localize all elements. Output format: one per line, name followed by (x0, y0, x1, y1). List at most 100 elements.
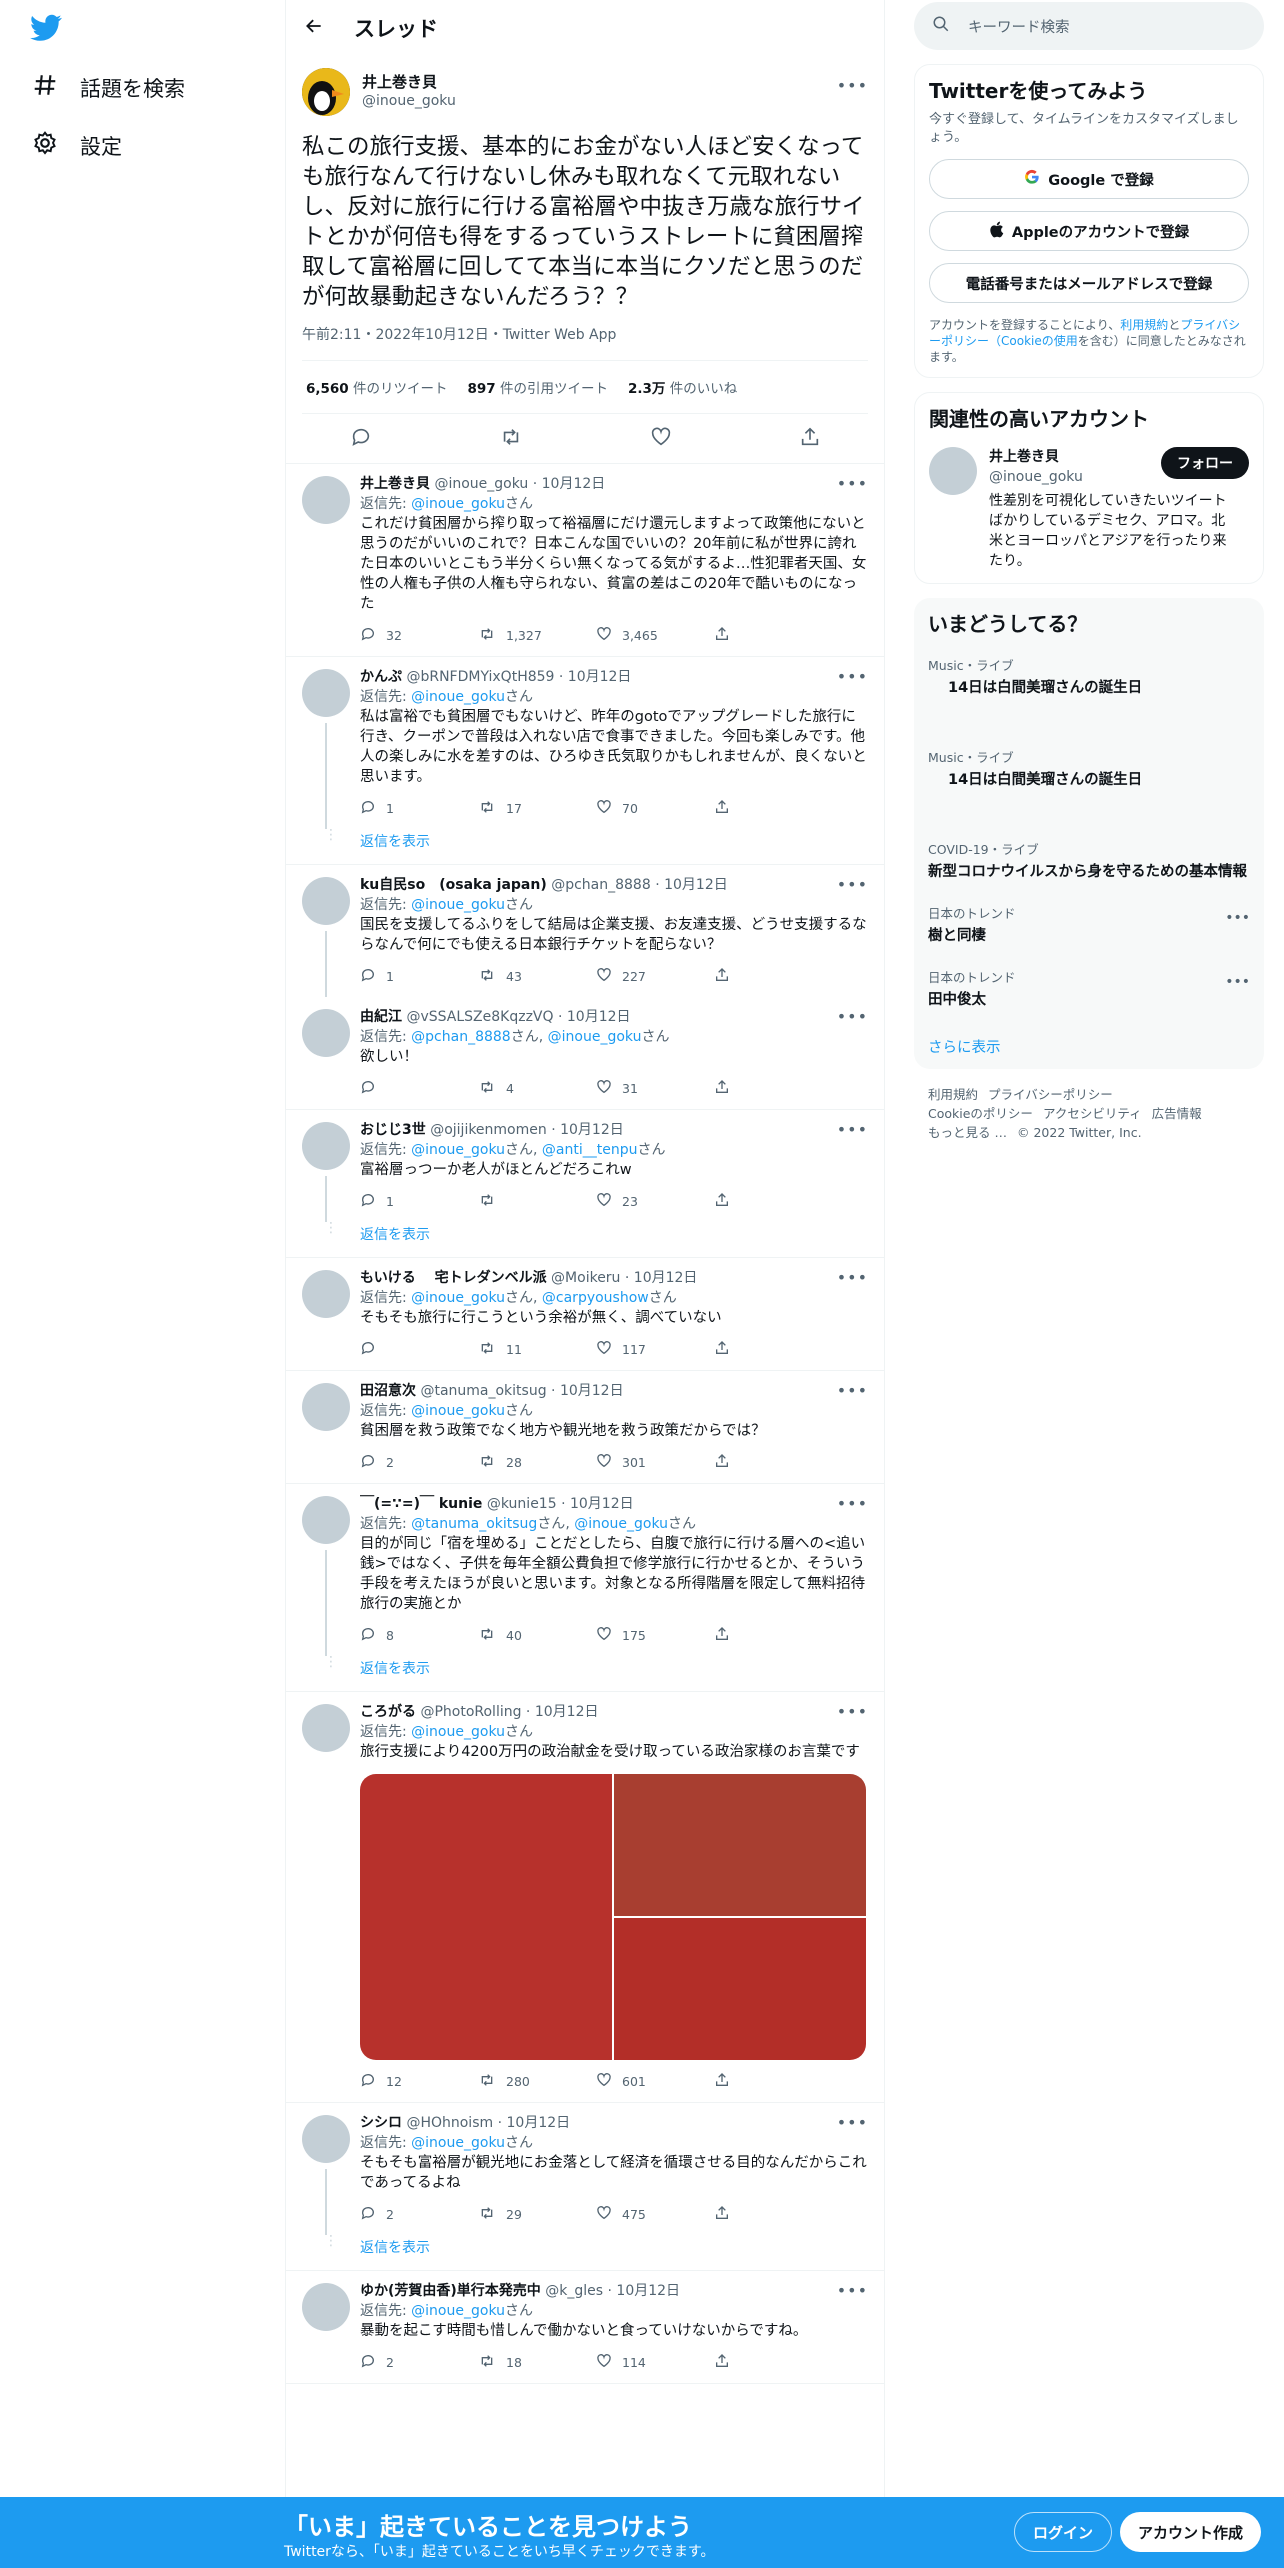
phone-email-signup-button[interactable]: 電話番号またはメールアドレスで登録 (929, 263, 1249, 303)
reply-author-name[interactable]: おじじ3世 (360, 1122, 426, 1138)
share-button[interactable] (714, 1626, 832, 1645)
more-options-icon[interactable]: ••• (1225, 910, 1250, 926)
more-options-icon[interactable]: ••• (837, 2113, 868, 2133)
share-button[interactable] (714, 626, 832, 645)
reply-date[interactable]: 10月12日 (567, 1009, 631, 1025)
like-icon[interactable] (650, 426, 672, 452)
mention-link[interactable]: @inoue_goku (574, 1516, 668, 1532)
avatar[interactable] (302, 1270, 350, 1318)
avatar[interactable] (302, 1122, 350, 1170)
mention-link[interactable]: @inoue_goku (548, 1029, 642, 1045)
avatar[interactable] (302, 1496, 350, 1544)
footer-terms[interactable]: 利用規約 (928, 1087, 978, 1102)
retweet-button[interactable]: 1,327 (478, 626, 596, 645)
mention-link[interactable]: @inoue_goku (411, 689, 505, 705)
reply-tweet[interactable]: おじじ3世 @ojijikenmomen · 10月12日 ••• 返信先: @… (286, 1110, 884, 1222)
reply-tweet[interactable]: もいける 宅トレダンベル派 @Moikeru · 10月12日 ••• 返信先:… (286, 1258, 884, 1371)
reply-date[interactable]: 10月12日 (568, 669, 632, 685)
avatar[interactable] (302, 1704, 350, 1752)
mention-link[interactable]: @pchan_8888 (411, 1029, 511, 1045)
retweet-count[interactable]: 6,560 件のリツイート (306, 377, 448, 397)
reply-date[interactable]: 10月12日 (634, 1270, 698, 1286)
show-replies-link[interactable]: ⋮ 返信を表示 (286, 2234, 884, 2271)
reply-author-handle[interactable]: @k_gles (545, 2283, 603, 2299)
reply-tweet[interactable]: ころがる @PhotoRolling · 10月12日 ••• 返信先: @in… (286, 1692, 884, 2103)
show-more-trends-link[interactable]: さらに表示 (928, 1036, 1250, 1057)
reply-author-name[interactable]: シシロ (360, 2115, 402, 2131)
reply-button[interactable]: 1 (360, 799, 478, 818)
more-options-icon[interactable]: ••• (837, 875, 868, 895)
reply-button[interactable] (360, 1340, 478, 1359)
retweet-button[interactable]: 29 (478, 2205, 596, 2224)
reply-button[interactable]: 2 (360, 1453, 478, 1472)
retweet-button[interactable]: 11 (478, 1340, 596, 1359)
more-options-icon[interactable]: ••• (837, 667, 868, 687)
quote-count[interactable]: 897 件の引用ツイート (468, 377, 608, 397)
reply-date[interactable]: 10月12日 (560, 1383, 624, 1399)
author-name[interactable]: 井上巻き貝 (362, 73, 456, 92)
retweet-button[interactable]: 280 (478, 2072, 596, 2091)
search-input[interactable]: キーワード検索 (914, 2, 1264, 50)
reply-date[interactable]: 10月12日 (664, 877, 728, 893)
avatar[interactable] (929, 447, 977, 495)
like-button[interactable]: 475 (596, 2205, 714, 2224)
reply-button[interactable]: 2 (360, 2353, 478, 2372)
mention-link[interactable]: @anti__tenpu (542, 1142, 638, 1158)
avatar[interactable] (302, 1009, 350, 1057)
like-count[interactable]: 2.3万 件のいいね (628, 377, 737, 397)
nav-settings[interactable]: 設定 (32, 130, 122, 161)
footer-privacy[interactable]: プライバシーポリシー (988, 1087, 1113, 1102)
reply-date[interactable]: 10月12日 (616, 2283, 680, 2299)
footer-ads[interactable]: 広告情報 (1152, 1106, 1202, 1121)
mention-link[interactable]: @carpyoushow (542, 1290, 649, 1306)
follow-button[interactable]: フォロー (1161, 447, 1249, 479)
avatar[interactable] (302, 476, 350, 524)
retweet-button[interactable]: 4 (478, 1079, 596, 1098)
reply-tweet[interactable]: 井上巻き貝 @inoue_goku · 10月12日 ••• 返信先: @ino… (286, 464, 884, 657)
footer-cookie[interactable]: Cookieのポリシー (928, 1106, 1033, 1121)
show-replies-link[interactable]: ⋮ 返信を表示 (286, 1655, 884, 1692)
retweet-button[interactable]: 18 (478, 2353, 596, 2372)
more-options-icon[interactable]: ••• (837, 1702, 868, 1722)
media-grid[interactable] (360, 1774, 866, 2060)
trend-item[interactable]: Music・ライブ 14日は白間美瑠さんの誕生日 (928, 658, 1250, 698)
avatar[interactable] (302, 669, 350, 717)
more-options-icon[interactable]: ••• (837, 474, 868, 494)
reply-tweet[interactable]: 由紀江 @vSSALSZe8KqzzVQ · 10月12日 ••• 返信先: @… (286, 997, 884, 1110)
reply-tweet[interactable]: シシロ @HOhnoism · 10月12日 ••• 返信先: @inoue_g… (286, 2103, 884, 2235)
login-button[interactable]: ログイン (1014, 2512, 1113, 2552)
reply-button[interactable]: 12 (360, 2072, 478, 2091)
more-options-icon[interactable]: ••• (837, 1494, 868, 1514)
reply-author-handle[interactable]: @PhotoRolling (420, 1704, 521, 1720)
create-account-button[interactable]: アカウント作成 (1120, 2512, 1262, 2552)
nav-explore[interactable]: 話題を検索 (32, 72, 185, 103)
like-button[interactable]: 175 (596, 1626, 714, 1645)
reply-button[interactable]: 2 (360, 2205, 478, 2224)
like-button[interactable]: 114 (596, 2353, 714, 2372)
footer-accessibility[interactable]: アクセシビリティ (1043, 1106, 1142, 1121)
share-button[interactable] (714, 967, 832, 986)
reply-author-handle[interactable]: @inoue_goku (434, 476, 528, 492)
retweet-button[interactable]: 28 (478, 1453, 596, 1472)
reply-author-handle[interactable]: @vSSALSZe8KqzzVQ (406, 1009, 553, 1025)
reply-author-name[interactable]: 由紀江 (360, 1009, 402, 1025)
trend-item[interactable]: COVID-19・ライブ 新型コロナウイルスから身を守るための基本情報 (928, 842, 1250, 882)
reply-button[interactable] (360, 1079, 478, 1098)
google-signup-button[interactable]: Google で登録 (929, 159, 1249, 199)
reply-button[interactable]: 1 (360, 1192, 478, 1211)
more-options-icon[interactable]: ••• (1225, 974, 1250, 990)
reply-author-name[interactable]: ￣(=∵=)￣ kunie (360, 1496, 482, 1512)
reply-tweet[interactable]: ￣(=∵=)￣ kunie @kunie15 · 10月12日 ••• 返信先:… (286, 1484, 884, 1656)
reply-date[interactable]: 10月12日 (542, 476, 606, 492)
reply-button[interactable]: 1 (360, 967, 478, 986)
avatar[interactable] (302, 2115, 350, 2163)
share-button[interactable] (714, 1340, 832, 1359)
like-button[interactable]: 301 (596, 1453, 714, 1472)
retweet-button[interactable]: 40 (478, 1626, 596, 1645)
trend-item[interactable]: Music・ライブ 14日は白間美瑠さんの誕生日 (928, 750, 1250, 790)
mention-link[interactable]: @inoue_goku (411, 496, 505, 512)
like-button[interactable]: 70 (596, 799, 714, 818)
reply-date[interactable]: 10月12日 (507, 2115, 571, 2131)
share-button[interactable] (714, 2072, 832, 2091)
media-image[interactable] (614, 1774, 866, 1916)
